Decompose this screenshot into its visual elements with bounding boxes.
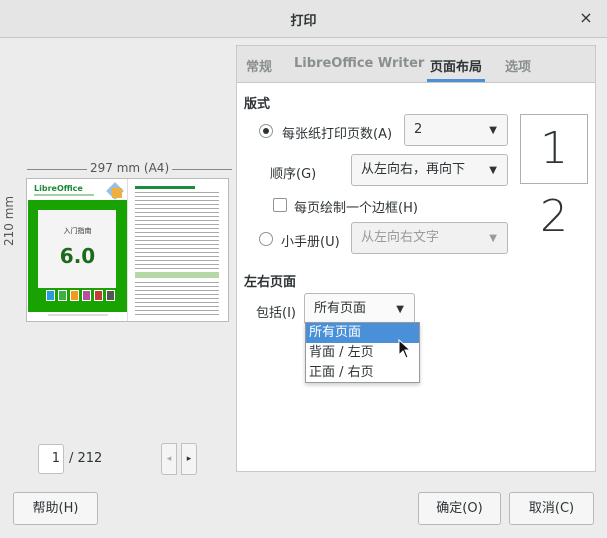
order-label: 顺序(G) [270, 167, 317, 182]
chevron-down-icon: ▼ [489, 233, 497, 244]
include-label: 包括(I) [256, 306, 296, 321]
mouse-pointer-icon [398, 339, 412, 359]
include-option-front-right[interactable]: 正面 / 右页 [306, 363, 419, 383]
cancel-button[interactable]: 取消(C) [509, 492, 594, 525]
draw-border-label: 每页绘制一个边框(H) [294, 201, 418, 216]
sides-section-title: 左右页面 [244, 275, 297, 290]
booklet-label: 小手册(U) [281, 235, 340, 250]
page-total: / 212 [69, 451, 103, 466]
paper-height-label: 210 mm [2, 195, 16, 246]
pages-order-preview: 1 2 [520, 114, 588, 242]
prev-page-button[interactable]: ◂ [161, 443, 177, 475]
tab-options[interactable]: 选项 [505, 56, 531, 75]
booklet-select[interactable]: 从左向右文字 ▼ [351, 222, 508, 254]
preview-right-page [129, 180, 228, 320]
close-icon[interactable]: × [575, 7, 597, 29]
chevron-down-icon: ▼ [489, 125, 497, 136]
layout-section-title: 版式 [244, 97, 271, 112]
libreoffice-logo: LibreOffice [34, 184, 83, 193]
paper-size-label: 297 mm (A4) [26, 161, 233, 175]
tab-page-layout[interactable]: 页面布局 [430, 56, 482, 75]
include-select[interactable]: 所有页面 ▼ [304, 293, 415, 325]
page-number-input[interactable]: 1 [38, 444, 64, 474]
tab-bar: 常规 LibreOffice Writer 页面布局 选项 [237, 46, 595, 83]
title-bar: 打印 × [0, 0, 607, 38]
order-select[interactable]: 从左向右，再向下 ▼ [351, 154, 508, 186]
print-preview: LibreOffice 入门指南 6.0 [26, 178, 229, 322]
draw-border-checkbox[interactable] [273, 198, 287, 212]
pages-per-sheet-select[interactable]: 2 ▼ [404, 114, 508, 146]
help-button[interactable]: 帮助(H) [13, 492, 98, 525]
tab-general[interactable]: 常规 [246, 56, 272, 75]
active-tab-indicator [427, 79, 485, 82]
app-icons [46, 290, 115, 301]
guide-version: 6.0 [59, 244, 96, 268]
tab-writer[interactable]: LibreOffice Writer [294, 56, 424, 71]
booklet-radio[interactable] [259, 232, 273, 246]
ok-button[interactable]: 确定(O) [418, 492, 501, 525]
next-page-button[interactable]: ▸ [181, 443, 197, 475]
pages-per-sheet-label: 每张纸打印页数(A) [282, 127, 393, 142]
settings-notebook: 常规 LibreOffice Writer 页面布局 选项 版式 每张纸打印页数… [236, 45, 596, 472]
chevron-down-icon: ▼ [396, 304, 404, 315]
window-title: 打印 [290, 14, 317, 29]
preview-left-page: LibreOffice 入门指南 6.0 [28, 180, 127, 320]
chevron-down-icon: ▼ [489, 165, 497, 176]
guide-title: 入门指南 [63, 227, 92, 235]
pages-per-sheet-radio[interactable] [259, 124, 273, 138]
